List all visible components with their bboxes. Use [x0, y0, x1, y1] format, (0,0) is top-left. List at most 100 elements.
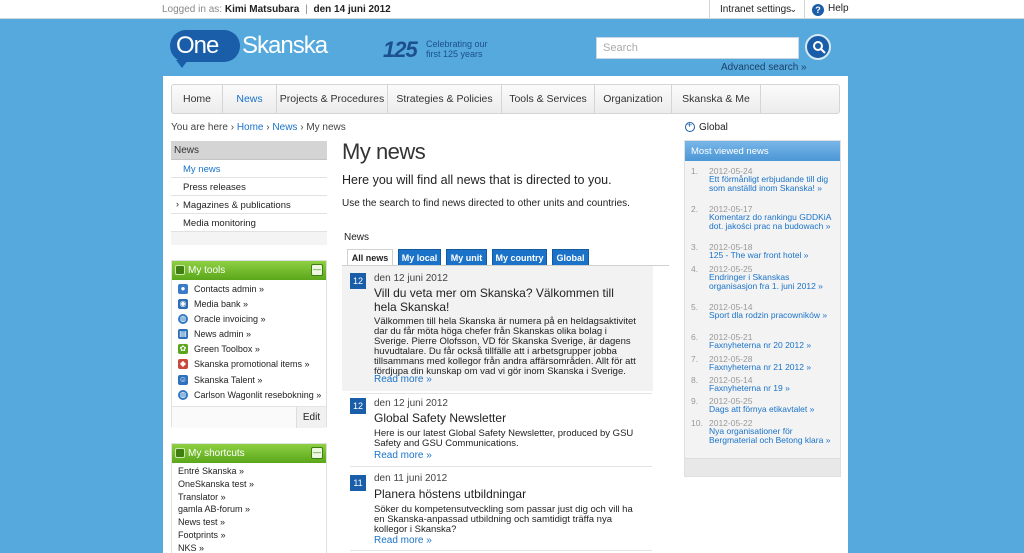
news-subnav: News My news Press releases › Magazines &…	[171, 141, 327, 245]
item-rank: 7.	[691, 354, 699, 364]
calendar-icon: 12	[350, 273, 366, 289]
page-title: My news	[342, 139, 426, 164]
shortcut-item[interactable]: NKS »	[172, 542, 326, 553]
news-article: den 12 juni 2012 12 Vill du veta mer om …	[342, 266, 653, 391]
shortcut-item[interactable]: Footprints »	[172, 529, 326, 542]
breadcrumb-news[interactable]: News	[272, 122, 297, 133]
item-title[interactable]: Endringer i Skanskas organisasjon fra 1.…	[709, 272, 837, 292]
tab-global[interactable]: Global	[552, 249, 589, 266]
article-date: den 12 juni 2012	[374, 273, 448, 284]
tool-item[interactable]: ✿ Green Toolbox »	[172, 342, 326, 357]
my-tools-title: My tools	[188, 265, 226, 276]
search-button[interactable]	[805, 34, 831, 60]
subnav-header[interactable]: News	[171, 141, 327, 160]
anniversary-text: Celebrating our first 125 years	[426, 39, 488, 59]
tab-my-unit[interactable]: My unit	[446, 249, 487, 266]
intranet-settings-dropdown[interactable]: Intranet settings ⌄	[709, 0, 805, 19]
user-name[interactable]: Kimi Matsubara	[225, 4, 299, 15]
breadcrumb-home[interactable]: Home	[237, 122, 264, 133]
item-title[interactable]: Faxnyheterna nr 20 2012 »	[709, 340, 837, 350]
article-body: Välkommen till hela Skanska är numera på…	[374, 316, 636, 377]
news-icon: ▤	[178, 329, 188, 340]
subnav-item-label: Magazines & publications	[183, 200, 291, 211]
item-title[interactable]: Ett förmånligt erbjudande till dig som a…	[709, 174, 837, 194]
read-more-link[interactable]: Read more »	[374, 450, 432, 461]
global-label: Global	[699, 122, 728, 133]
item-title[interactable]: Faxnyheterna nr 21 2012 »	[709, 362, 837, 372]
tool-label: Skanska promotional items »	[194, 359, 310, 370]
help-link[interactable]: ? Help	[812, 3, 849, 16]
item-title[interactable]: Faxnyheterna nr 19 »	[709, 383, 837, 393]
shortcut-item[interactable]: News test »	[172, 516, 326, 529]
nav-news[interactable]: News	[223, 85, 277, 113]
subnav-item-media-monitoring[interactable]: Media monitoring	[171, 214, 327, 232]
tool-label: Oracle invoicing »	[194, 314, 266, 325]
article-title[interactable]: Planera höstens utbildningar	[374, 487, 624, 501]
item-title[interactable]: Komentarz do rankingu GDDKiA dot. jakośc…	[709, 212, 837, 232]
tool-item[interactable]: ▤ News admin »	[172, 327, 326, 342]
shortcut-item[interactable]: OneSkanska test »	[172, 478, 326, 491]
globe-icon: ◍	[178, 314, 188, 325]
nav-home[interactable]: Home	[172, 85, 223, 113]
tool-label: Green Toolbox »	[194, 344, 260, 355]
global-filter[interactable]: Global	[685, 120, 728, 133]
item-title[interactable]: Nya organisationer för Bergmaterial och …	[709, 426, 837, 446]
nav-projects-procedures[interactable]: Projects & Procedures	[277, 85, 388, 113]
nav-tools-services[interactable]: Tools & Services	[502, 85, 595, 113]
article-date: den 12 juni 2012	[374, 398, 448, 409]
top-bar: Logged in as: Kimi Matsubara | den 14 ju…	[0, 0, 1024, 19]
my-shortcuts-widget: My shortcuts — Entré Skanska » OneSkansk…	[171, 443, 327, 553]
subnav-item-magazines[interactable]: › Magazines & publications	[171, 196, 327, 214]
tab-all-news[interactable]: All news	[347, 249, 393, 266]
tool-item[interactable]: ◉ Media bank »	[172, 297, 326, 312]
tool-item[interactable]: ◆ Skanska promotional items »	[172, 357, 326, 372]
nav-skanska-me[interactable]: Skanska & Me	[672, 85, 761, 113]
item-title[interactable]: 125 - The war front hotel »	[709, 250, 837, 260]
item-rank: 1.	[691, 166, 699, 176]
separator: |	[305, 4, 308, 15]
tool-item[interactable]: ◍ Carlson Wagonlit resebokning »	[172, 388, 326, 403]
tool-item[interactable]: ◍ Oracle invoicing »	[172, 312, 326, 327]
people-icon: ☺	[178, 374, 188, 385]
shortcuts-icon	[175, 448, 185, 458]
article-date: den 11 juni 2012	[374, 473, 448, 484]
shortcut-item[interactable]: Translator »	[172, 491, 326, 504]
leaf-icon: ✿	[178, 344, 188, 355]
article-title[interactable]: Vill du veta mer om Skanska? Välkommen t…	[374, 286, 624, 314]
edit-row: Edit	[172, 405, 326, 428]
shortcut-item[interactable]: Entré Skanska »	[172, 465, 326, 478]
help-label: Help	[828, 3, 849, 14]
item-rank: 3.	[691, 242, 699, 252]
read-more-link[interactable]: Read more »	[374, 535, 432, 546]
shortcut-item[interactable]: gamla AB-forum »	[172, 503, 326, 516]
item-title[interactable]: Sport dla rodzin pracowników »	[709, 310, 837, 320]
tool-item[interactable]: ☺ Skanska Talent »	[172, 373, 326, 388]
collapse-icon[interactable]: —	[311, 264, 323, 276]
collapse-icon[interactable]: —	[311, 447, 323, 459]
item-title[interactable]: Dags att förnya etikavtalet »	[709, 404, 837, 414]
subnav-item-my-news[interactable]: My news	[171, 160, 327, 178]
intranet-settings-label: Intranet settings	[720, 4, 792, 15]
article-body: Here is our latest Global Safety Newslet…	[374, 428, 634, 449]
most-viewed-footer	[685, 458, 840, 476]
my-shortcuts-title: My shortcuts	[188, 448, 245, 459]
search-input[interactable]: Search	[596, 37, 799, 59]
page-lead: Here you will find all news that is dire…	[342, 173, 612, 187]
tab-my-local[interactable]: My local	[398, 249, 441, 266]
tool-label: News admin »	[194, 329, 252, 340]
advanced-search-link[interactable]: Advanced search »	[721, 62, 807, 73]
tab-my-country[interactable]: My country	[492, 249, 547, 266]
tool-label: Media bank »	[194, 299, 249, 310]
subnav-item-press-releases[interactable]: Press releases	[171, 178, 327, 196]
logged-in-label: Logged in as:	[162, 4, 223, 15]
edit-tools-button[interactable]: Edit	[296, 406, 326, 428]
nav-strategies-policies[interactable]: Strategies & Policies	[388, 85, 502, 113]
item-rank: 8.	[691, 375, 699, 385]
read-more-link[interactable]: Read more »	[374, 374, 432, 385]
article-title[interactable]: Global Safety Newsletter	[374, 411, 624, 425]
my-shortcuts-header: My shortcuts —	[172, 444, 326, 463]
subnav-item-label: Media monitoring	[183, 218, 256, 229]
nav-organization[interactable]: Organization	[595, 85, 672, 113]
tool-item[interactable]: ● Contacts admin »	[172, 282, 326, 297]
article-divider	[350, 393, 652, 394]
